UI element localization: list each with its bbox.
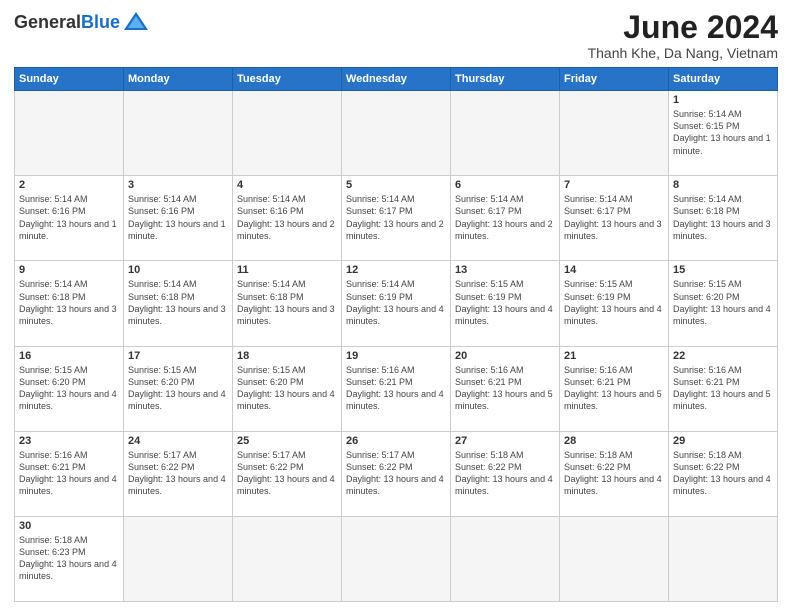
- empty-cell: [451, 91, 560, 176]
- day-22: 22 Sunrise: 5:16 AMSunset: 6:21 PMDaylig…: [669, 346, 778, 431]
- day-25: 25 Sunrise: 5:17 AMSunset: 6:22 PMDaylig…: [233, 431, 342, 516]
- header-monday: Monday: [124, 68, 233, 91]
- calendar-title: June 2024: [588, 10, 778, 45]
- day-12: 12 Sunrise: 5:14 AMSunset: 6:19 PMDaylig…: [342, 261, 451, 346]
- empty-cell: [669, 516, 778, 601]
- empty-cell: [560, 91, 669, 176]
- day-2: 2 Sunrise: 5:14 AMSunset: 6:16 PMDayligh…: [15, 176, 124, 261]
- logo-general-text: General: [14, 12, 81, 33]
- header: GeneralBlue June 2024 Thanh Khe, Da Nang…: [14, 10, 778, 61]
- day-17: 17 Sunrise: 5:15 AMSunset: 6:20 PMDaylig…: [124, 346, 233, 431]
- day-10: 10 Sunrise: 5:14 AMSunset: 6:18 PMDaylig…: [124, 261, 233, 346]
- table-row: 9 Sunrise: 5:14 AMSunset: 6:18 PMDayligh…: [15, 261, 778, 346]
- day-27: 27 Sunrise: 5:18 AMSunset: 6:22 PMDaylig…: [451, 431, 560, 516]
- table-row: 23 Sunrise: 5:16 AMSunset: 6:21 PMDaylig…: [15, 431, 778, 516]
- empty-cell: [560, 516, 669, 601]
- day-19: 19 Sunrise: 5:16 AMSunset: 6:21 PMDaylig…: [342, 346, 451, 431]
- logo: GeneralBlue: [14, 10, 150, 33]
- header-friday: Friday: [560, 68, 669, 91]
- day-29: 29 Sunrise: 5:18 AMSunset: 6:22 PMDaylig…: [669, 431, 778, 516]
- day-30: 30 Sunrise: 5:18 AMSunset: 6:23 PMDaylig…: [15, 516, 124, 601]
- empty-cell: [124, 91, 233, 176]
- header-tuesday: Tuesday: [233, 68, 342, 91]
- table-row: 16 Sunrise: 5:15 AMSunset: 6:20 PMDaylig…: [15, 346, 778, 431]
- day-1: 1 Sunrise: 5:14 AMSunset: 6:15 PMDayligh…: [669, 91, 778, 176]
- calendar-subtitle: Thanh Khe, Da Nang, Vietnam: [588, 45, 778, 61]
- day-8: 8 Sunrise: 5:14 AMSunset: 6:18 PMDayligh…: [669, 176, 778, 261]
- title-block: June 2024 Thanh Khe, Da Nang, Vietnam: [588, 10, 778, 61]
- empty-cell: [451, 516, 560, 601]
- logo-blue-text: Blue: [81, 12, 120, 33]
- day-7: 7 Sunrise: 5:14 AMSunset: 6:17 PMDayligh…: [560, 176, 669, 261]
- table-row: 2 Sunrise: 5:14 AMSunset: 6:16 PMDayligh…: [15, 176, 778, 261]
- weekday-header-row: Sunday Monday Tuesday Wednesday Thursday…: [15, 68, 778, 91]
- day-18: 18 Sunrise: 5:15 AMSunset: 6:20 PMDaylig…: [233, 346, 342, 431]
- header-thursday: Thursday: [451, 68, 560, 91]
- day-28: 28 Sunrise: 5:18 AMSunset: 6:22 PMDaylig…: [560, 431, 669, 516]
- header-sunday: Sunday: [15, 68, 124, 91]
- day-13: 13 Sunrise: 5:15 AMSunset: 6:19 PMDaylig…: [451, 261, 560, 346]
- day-24: 24 Sunrise: 5:17 AMSunset: 6:22 PMDaylig…: [124, 431, 233, 516]
- header-wednesday: Wednesday: [342, 68, 451, 91]
- day-15: 15 Sunrise: 5:15 AMSunset: 6:20 PMDaylig…: [669, 261, 778, 346]
- empty-cell: [342, 91, 451, 176]
- day-16: 16 Sunrise: 5:15 AMSunset: 6:20 PMDaylig…: [15, 346, 124, 431]
- empty-cell: [342, 516, 451, 601]
- header-saturday: Saturday: [669, 68, 778, 91]
- table-row: 1 Sunrise: 5:14 AMSunset: 6:15 PMDayligh…: [15, 91, 778, 176]
- logo-icon: [122, 10, 150, 32]
- day-26: 26 Sunrise: 5:17 AMSunset: 6:22 PMDaylig…: [342, 431, 451, 516]
- empty-cell: [233, 516, 342, 601]
- day-23: 23 Sunrise: 5:16 AMSunset: 6:21 PMDaylig…: [15, 431, 124, 516]
- day-3: 3 Sunrise: 5:14 AMSunset: 6:16 PMDayligh…: [124, 176, 233, 261]
- day-9: 9 Sunrise: 5:14 AMSunset: 6:18 PMDayligh…: [15, 261, 124, 346]
- day-21: 21 Sunrise: 5:16 AMSunset: 6:21 PMDaylig…: [560, 346, 669, 431]
- day-11: 11 Sunrise: 5:14 AMSunset: 6:18 PMDaylig…: [233, 261, 342, 346]
- empty-cell: [15, 91, 124, 176]
- day-4: 4 Sunrise: 5:14 AMSunset: 6:16 PMDayligh…: [233, 176, 342, 261]
- day-6: 6 Sunrise: 5:14 AMSunset: 6:17 PMDayligh…: [451, 176, 560, 261]
- day-14: 14 Sunrise: 5:15 AMSunset: 6:19 PMDaylig…: [560, 261, 669, 346]
- page: GeneralBlue June 2024 Thanh Khe, Da Nang…: [0, 0, 792, 612]
- table-row: 30 Sunrise: 5:18 AMSunset: 6:23 PMDaylig…: [15, 516, 778, 601]
- day-5: 5 Sunrise: 5:14 AMSunset: 6:17 PMDayligh…: [342, 176, 451, 261]
- empty-cell: [233, 91, 342, 176]
- day-20: 20 Sunrise: 5:16 AMSunset: 6:21 PMDaylig…: [451, 346, 560, 431]
- calendar-table: Sunday Monday Tuesday Wednesday Thursday…: [14, 67, 778, 602]
- empty-cell: [124, 516, 233, 601]
